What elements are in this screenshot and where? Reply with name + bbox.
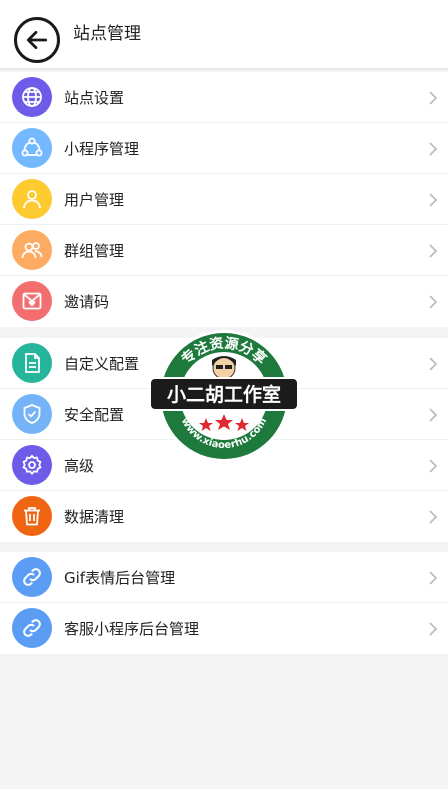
menu-item-label: 邀请码 — [64, 293, 110, 311]
gear-icon — [12, 445, 52, 485]
chevron-right-icon — [429, 510, 438, 524]
menu-item-label: 客服小程序后台管理 — [64, 620, 200, 638]
menu-item-invite-code[interactable]: 邀请码 — [0, 276, 448, 327]
menu-item-site-settings[interactable]: 站点设置 — [0, 72, 448, 123]
settings-group-3: Gif表情后台管理 客服小程序后台管理 — [0, 552, 448, 654]
document-icon — [12, 343, 52, 383]
menu-item-miniprogram[interactable]: 小程序管理 — [0, 123, 448, 174]
chevron-right-icon — [429, 142, 438, 156]
page-title: 站点管理 — [73, 24, 141, 44]
shield-check-icon — [12, 394, 52, 434]
trash-icon — [12, 496, 52, 536]
globe-icon — [12, 77, 52, 117]
menu-item-data-cleanup[interactable]: 数据清理 — [0, 491, 448, 542]
menu-item-label: Gif表情后台管理 — [64, 569, 176, 587]
header-bar: 站点管理 — [0, 0, 448, 70]
menu-item-users[interactable]: 用户管理 — [0, 174, 448, 225]
menu-item-cs-miniprogram-admin[interactable]: 客服小程序后台管理 — [0, 603, 448, 654]
link-icon — [12, 557, 52, 597]
settings-group-1: 站点设置 小程序管理 用户管理 群组管理 邀请码 — [0, 72, 448, 327]
chevron-right-icon — [429, 295, 438, 309]
chevron-right-icon — [429, 91, 438, 105]
watermark-main-text: 小二胡工作室 — [167, 383, 281, 406]
link-icon — [12, 608, 52, 648]
user-icon — [12, 179, 52, 219]
chevron-right-icon — [429, 459, 438, 473]
menu-item-gif-admin[interactable]: Gif表情后台管理 — [0, 552, 448, 603]
chevron-right-icon — [429, 571, 438, 585]
share-nodes-icon — [12, 128, 52, 168]
menu-item-label: 群组管理 — [64, 242, 125, 260]
mascot-icon — [212, 356, 236, 380]
chevron-right-icon — [429, 244, 438, 258]
menu-item-groups[interactable]: 群组管理 — [0, 225, 448, 276]
menu-item-label: 自定义配置 — [64, 355, 140, 373]
menu-item-label: 小程序管理 — [64, 140, 140, 158]
envelope-heart-icon — [12, 281, 52, 321]
menu-item-label: 用户管理 — [64, 191, 125, 209]
menu-item-label: 高级 — [64, 457, 95, 475]
chevron-right-icon — [429, 357, 438, 371]
chevron-right-icon — [429, 193, 438, 207]
chevron-right-icon — [429, 622, 438, 636]
watermark-stamp: 专注资源分享 www.xiaoerhu.com 小二胡工作室 — [149, 330, 299, 462]
users-icon — [12, 230, 52, 270]
chevron-right-icon — [429, 408, 438, 422]
menu-item-label: 站点设置 — [64, 89, 125, 107]
menu-item-label: 数据清理 — [64, 508, 125, 526]
menu-item-label: 安全配置 — [64, 406, 125, 424]
arrow-left-icon — [26, 31, 48, 49]
back-button[interactable] — [14, 17, 60, 63]
